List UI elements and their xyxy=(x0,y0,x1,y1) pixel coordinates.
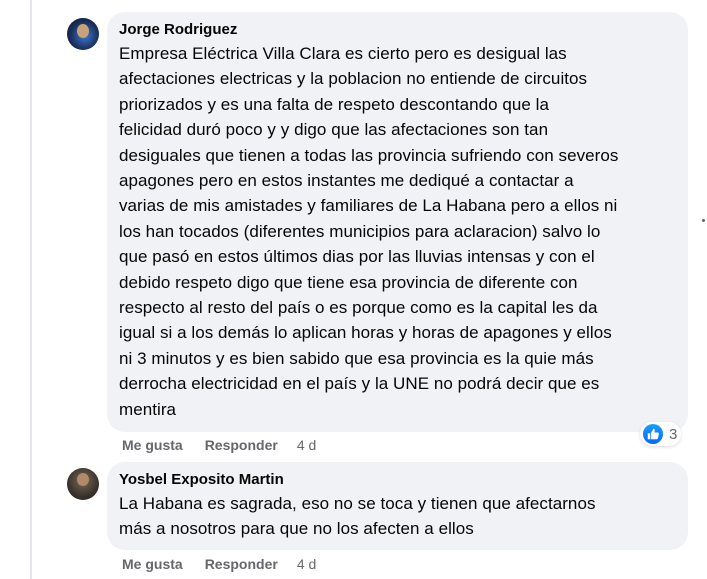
comment-actions: Me gusta Responder 4 d xyxy=(122,436,316,454)
comment-author[interactable]: Yosbel Exposito Martin xyxy=(119,470,676,490)
avatar-jorge[interactable] xyxy=(67,18,99,50)
avatar-yosbel[interactable] xyxy=(67,468,99,500)
like-button[interactable]: Me gusta xyxy=(122,556,183,572)
previous-comment-fragment xyxy=(40,0,340,6)
comment-bubble: Yosbel Exposito Martin La Habana es sagr… xyxy=(107,462,688,550)
reply-button[interactable]: Responder xyxy=(205,437,278,453)
like-reaction-icon xyxy=(643,424,663,444)
comment-timestamp[interactable]: 4 d xyxy=(297,437,316,453)
comment-timestamp[interactable]: 4 d xyxy=(297,556,316,572)
reaction-summary[interactable]: 3 xyxy=(640,422,682,446)
more-options-dot[interactable] xyxy=(702,219,705,222)
reply-button[interactable]: Responder xyxy=(205,556,278,572)
comment-text: La Habana es sagrada, eso no se toca y t… xyxy=(119,494,596,539)
reaction-count: 3 xyxy=(669,425,678,443)
comment-bubble: Jorge Rodriguez Empresa Eléctrica Villa … xyxy=(107,12,688,432)
comment-actions: Me gusta Responder 4 d xyxy=(122,555,316,573)
comment-text: Empresa Eléctrica Villa Clara es cierto … xyxy=(119,44,619,419)
like-button[interactable]: Me gusta xyxy=(122,437,183,453)
thread-line xyxy=(30,0,32,579)
comment-author[interactable]: Jorge Rodriguez xyxy=(119,20,676,40)
